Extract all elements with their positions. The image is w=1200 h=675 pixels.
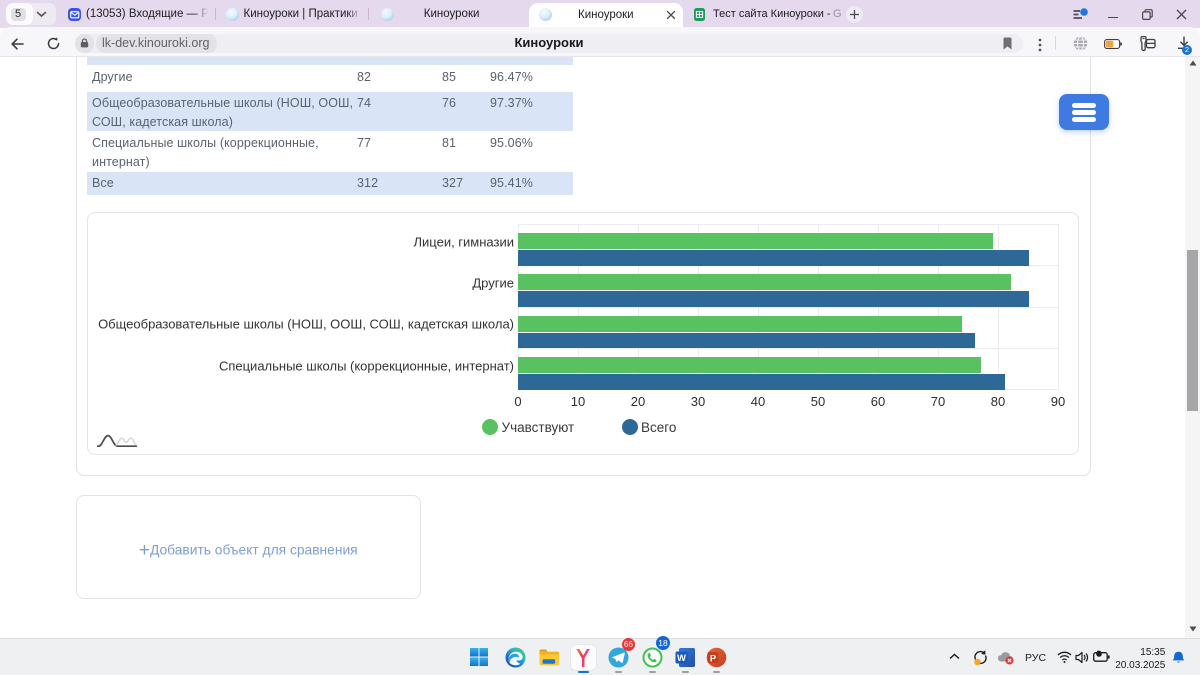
svg-text:P: P	[710, 653, 717, 664]
svg-text:W: W	[677, 653, 686, 664]
